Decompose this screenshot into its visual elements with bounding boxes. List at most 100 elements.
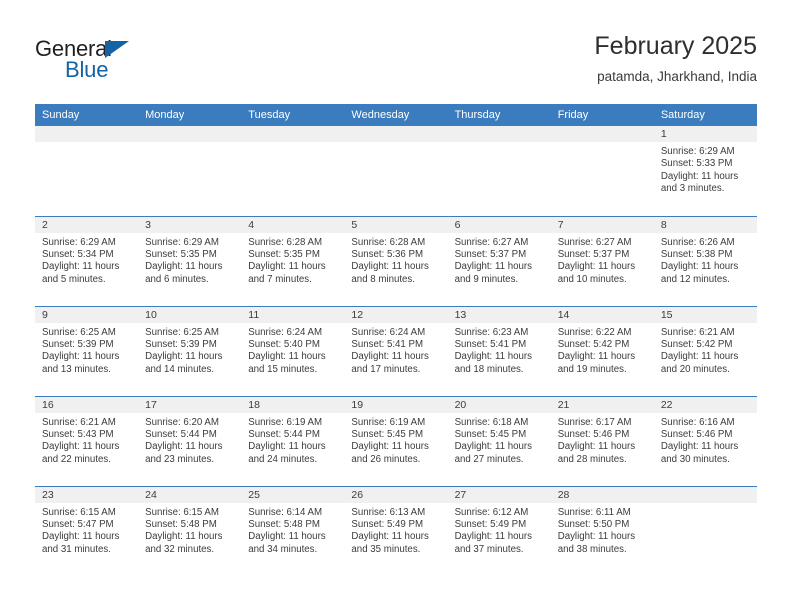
calendar-week-row: 1 Sunrise: 6:29 AM Sunset: 5:33 PM Daylight… (35, 126, 757, 216)
calendar-day-cell[interactable]: 28 Sunrise: 6:11 AM Sunset: 5:50 PM Dayligh… (550, 485, 654, 576)
sunrise-text: Sunrise: 6:16 AM (660, 416, 735, 428)
sunset-text: Sunset: 5:48 PM (248, 518, 320, 530)
sunrise-text: Sunrise: 6:29 AM (145, 236, 219, 248)
calendar-header-row: Sunday Monday Tuesday Wednesday Thursday Frid… (35, 104, 757, 126)
sunset-text: Sunset: 5:44 PM (145, 428, 217, 440)
day-number: 10 (138, 306, 242, 323)
day-number: 24 (138, 486, 242, 503)
sunset-text: Sunset: 5:41 PM (351, 338, 424, 350)
calendar-day-cell[interactable]: 6 Sunrise: 6:27 AM Sunset: 5:37 PM Daylight… (447, 215, 551, 306)
weekday-header-wednesday: Wednesday (344, 104, 448, 126)
sunset-text: Sunset: 5:46 PM (557, 428, 630, 440)
sunrise-text: Sunrise: 6:11 AM (557, 506, 631, 518)
day-details: Sunrise: 6:18 AM Sunset: 5:45 PM Daylight:… (448, 413, 551, 467)
calendar-day-cell[interactable]: 17 Sunrise: 6:20 AM Sunset: 5:44 PM Dayligh… (138, 395, 242, 486)
daylight-text: Daylight: 11 hours and 10 minutes. (557, 261, 636, 285)
calendar-day-cell[interactable]: 8 Sunrise: 6:26 AM Sunset: 5:38 PM Daylight… (653, 215, 757, 306)
sunset-text: Sunset: 5:42 PM (660, 338, 733, 350)
sunrise-text: Sunrise: 6:28 AM (248, 236, 323, 248)
sunset-text: Sunset: 5:46 PM (660, 428, 733, 440)
daylight-text: Daylight: 11 hours and 6 minutes. (145, 261, 223, 285)
calendar-day-cell-empty (138, 126, 242, 216)
daylight-text: Daylight: 11 hours and 12 minutes. (660, 261, 739, 285)
daylight-text: Daylight: 11 hours and 8 minutes. (351, 261, 429, 285)
day-number: 22 (653, 396, 757, 413)
title-block: February 2025 patamda, Jharkhand, India (594, 32, 757, 85)
calendar-day-cell[interactable]: 19 Sunrise: 6:19 AM Sunset: 5:45 PM Dayligh… (344, 395, 448, 486)
calendar-week-row: 2 Sunrise: 6:29 AM Sunset: 5:34 PM Daylight… (35, 215, 757, 306)
day-number: 11 (241, 306, 345, 323)
day-number: 20 (447, 396, 551, 413)
calendar-week-row: 9 Sunrise: 6:25 AM Sunset: 5:39 PM Daylight… (35, 305, 757, 396)
sunrise-text: Sunrise: 6:25 AM (42, 326, 116, 338)
calendar-day-cell[interactable]: 21 Sunrise: 6:17 AM Sunset: 5:46 PM Dayligh… (550, 395, 654, 486)
daylight-text: Daylight: 11 hours and 28 minutes. (557, 441, 636, 465)
day-details: Sunrise: 6:15 AM Sunset: 5:48 PM Daylight:… (138, 503, 241, 557)
calendar-day-cell[interactable]: 16 Sunrise: 6:21 AM Sunset: 5:43 PM Dayligh… (35, 395, 139, 486)
sunrise-text: Sunrise: 6:29 AM (42, 236, 116, 248)
calendar-day-cell[interactable]: 22 Sunrise: 6:16 AM Sunset: 5:46 PM Dayligh… (653, 395, 757, 486)
day-details: Sunrise: 6:29 AM Sunset: 5:35 PM Daylight:… (138, 233, 241, 287)
calendar-day-cell[interactable]: 10 Sunrise: 6:25 AM Sunset: 5:39 PM Dayligh… (138, 305, 242, 396)
day-details: Sunrise: 6:25 AM Sunset: 5:39 PM Daylight:… (35, 323, 138, 377)
day-number: 13 (447, 306, 551, 323)
calendar-day-cell[interactable]: 1 Sunrise: 6:29 AM Sunset: 5:33 PM Daylight… (653, 126, 757, 216)
calendar-day-cell[interactable]: 27 Sunrise: 6:12 AM Sunset: 5:49 PM Dayligh… (447, 485, 551, 576)
sunrise-sunset-calendar: Sunday Monday Tuesday Wednesday Thursday Frid… (35, 104, 757, 576)
calendar-day-cell[interactable]: 11 Sunrise: 6:24 AM Sunset: 5:40 PM Dayligh… (241, 305, 345, 396)
calendar-day-cell[interactable]: 25 Sunrise: 6:14 AM Sunset: 5:48 PM Dayligh… (241, 485, 345, 576)
calendar-day-cell[interactable]: 26 Sunrise: 6:13 AM Sunset: 5:49 PM Dayligh… (344, 485, 448, 576)
daylight-text: Daylight: 11 hours and 19 minutes. (557, 351, 636, 375)
daylight-text: Daylight: 11 hours and 20 minutes. (660, 351, 739, 375)
sunset-text: Sunset: 5:35 PM (248, 248, 320, 260)
sunrise-text: Sunrise: 6:27 AM (557, 236, 632, 248)
calendar-day-cell[interactable]: 23 Sunrise: 6:15 AM Sunset: 5:47 PM Dayligh… (35, 485, 139, 576)
daylight-text: Daylight: 11 hours and 26 minutes. (351, 441, 429, 465)
calendar-day-cell[interactable]: 9 Sunrise: 6:25 AM Sunset: 5:39 PM Daylight… (35, 305, 139, 396)
sunrise-text: Sunrise: 6:19 AM (248, 416, 323, 428)
sunrise-text: Sunrise: 6:29 AM (660, 146, 735, 157)
daylight-text: Daylight: 11 hours and 30 minutes. (660, 441, 739, 465)
sunset-text: Sunset: 5:34 PM (42, 248, 114, 260)
daylight-text: Daylight: 11 hours and 22 minutes. (42, 441, 120, 465)
day-details: Sunrise: 6:25 AM Sunset: 5:39 PM Daylight:… (138, 323, 241, 377)
day-details: Sunrise: 6:19 AM Sunset: 5:44 PM Daylight:… (241, 413, 344, 467)
daylight-text: Daylight: 11 hours and 18 minutes. (454, 351, 532, 375)
calendar-day-cell[interactable]: 20 Sunrise: 6:18 AM Sunset: 5:45 PM Dayligh… (447, 395, 551, 486)
day-number-placeholder (241, 126, 345, 142)
sunrise-text: Sunrise: 6:26 AM (660, 236, 735, 248)
daylight-text: Daylight: 11 hours and 13 minutes. (42, 351, 120, 375)
sunrise-text: Sunrise: 6:13 AM (351, 506, 426, 518)
day-number: 25 (241, 486, 345, 503)
generalblue-logo[interactable]: General Blue (35, 38, 215, 90)
calendar-day-cell[interactable]: 4 Sunrise: 6:28 AM Sunset: 5:35 PM Daylight… (241, 215, 345, 306)
calendar-day-cell[interactable]: 5 Sunrise: 6:28 AM Sunset: 5:36 PM Daylight… (344, 215, 448, 306)
sunset-text: Sunset: 5:39 PM (145, 338, 217, 350)
sunset-text: Sunset: 5:41 PM (454, 338, 527, 350)
daylight-text: Daylight: 11 hours and 5 minutes. (42, 261, 120, 285)
sunset-text: Sunset: 5:35 PM (145, 248, 217, 260)
sunrise-text: Sunrise: 6:15 AM (42, 506, 116, 518)
day-number: 3 (138, 216, 242, 233)
day-number: 16 (35, 396, 139, 413)
calendar-day-cell[interactable]: 14 Sunrise: 6:22 AM Sunset: 5:42 PM Dayligh… (550, 305, 654, 396)
calendar-day-cell[interactable]: 12 Sunrise: 6:24 AM Sunset: 5:41 PM Dayligh… (344, 305, 448, 396)
calendar-day-cell[interactable]: 2 Sunrise: 6:29 AM Sunset: 5:34 PM Daylight… (35, 215, 139, 306)
calendar-week-row: 16 Sunrise: 6:21 AM Sunset: 5:43 PM Dayligh… (35, 395, 757, 486)
sunset-text: Sunset: 5:42 PM (557, 338, 630, 350)
day-number: 17 (138, 396, 242, 413)
calendar-day-cell[interactable]: 18 Sunrise: 6:19 AM Sunset: 5:44 PM Dayligh… (241, 395, 345, 486)
sunrise-text: Sunrise: 6:14 AM (248, 506, 323, 518)
calendar-day-cell[interactable]: 15 Sunrise: 6:21 AM Sunset: 5:42 PM Dayligh… (653, 305, 757, 396)
calendar-day-cell-empty (447, 126, 551, 216)
day-number: 21 (550, 396, 654, 413)
day-number: 26 (344, 486, 448, 503)
calendar-day-cell[interactable]: 3 Sunrise: 6:29 AM Sunset: 5:35 PM Daylight… (138, 215, 242, 306)
calendar-day-cell[interactable]: 7 Sunrise: 6:27 AM Sunset: 5:37 PM Daylight… (550, 215, 654, 306)
day-number: 12 (344, 306, 448, 323)
calendar-day-cell[interactable]: 13 Sunrise: 6:23 AM Sunset: 5:41 PM Dayligh… (447, 305, 551, 396)
sunset-text: Sunset: 5:33 PM (660, 158, 733, 170)
sunset-text: Sunset: 5:49 PM (351, 518, 424, 530)
day-number: 9 (35, 306, 139, 323)
calendar-day-cell[interactable]: 24 Sunrise: 6:15 AM Sunset: 5:48 PM Dayligh… (138, 485, 242, 576)
